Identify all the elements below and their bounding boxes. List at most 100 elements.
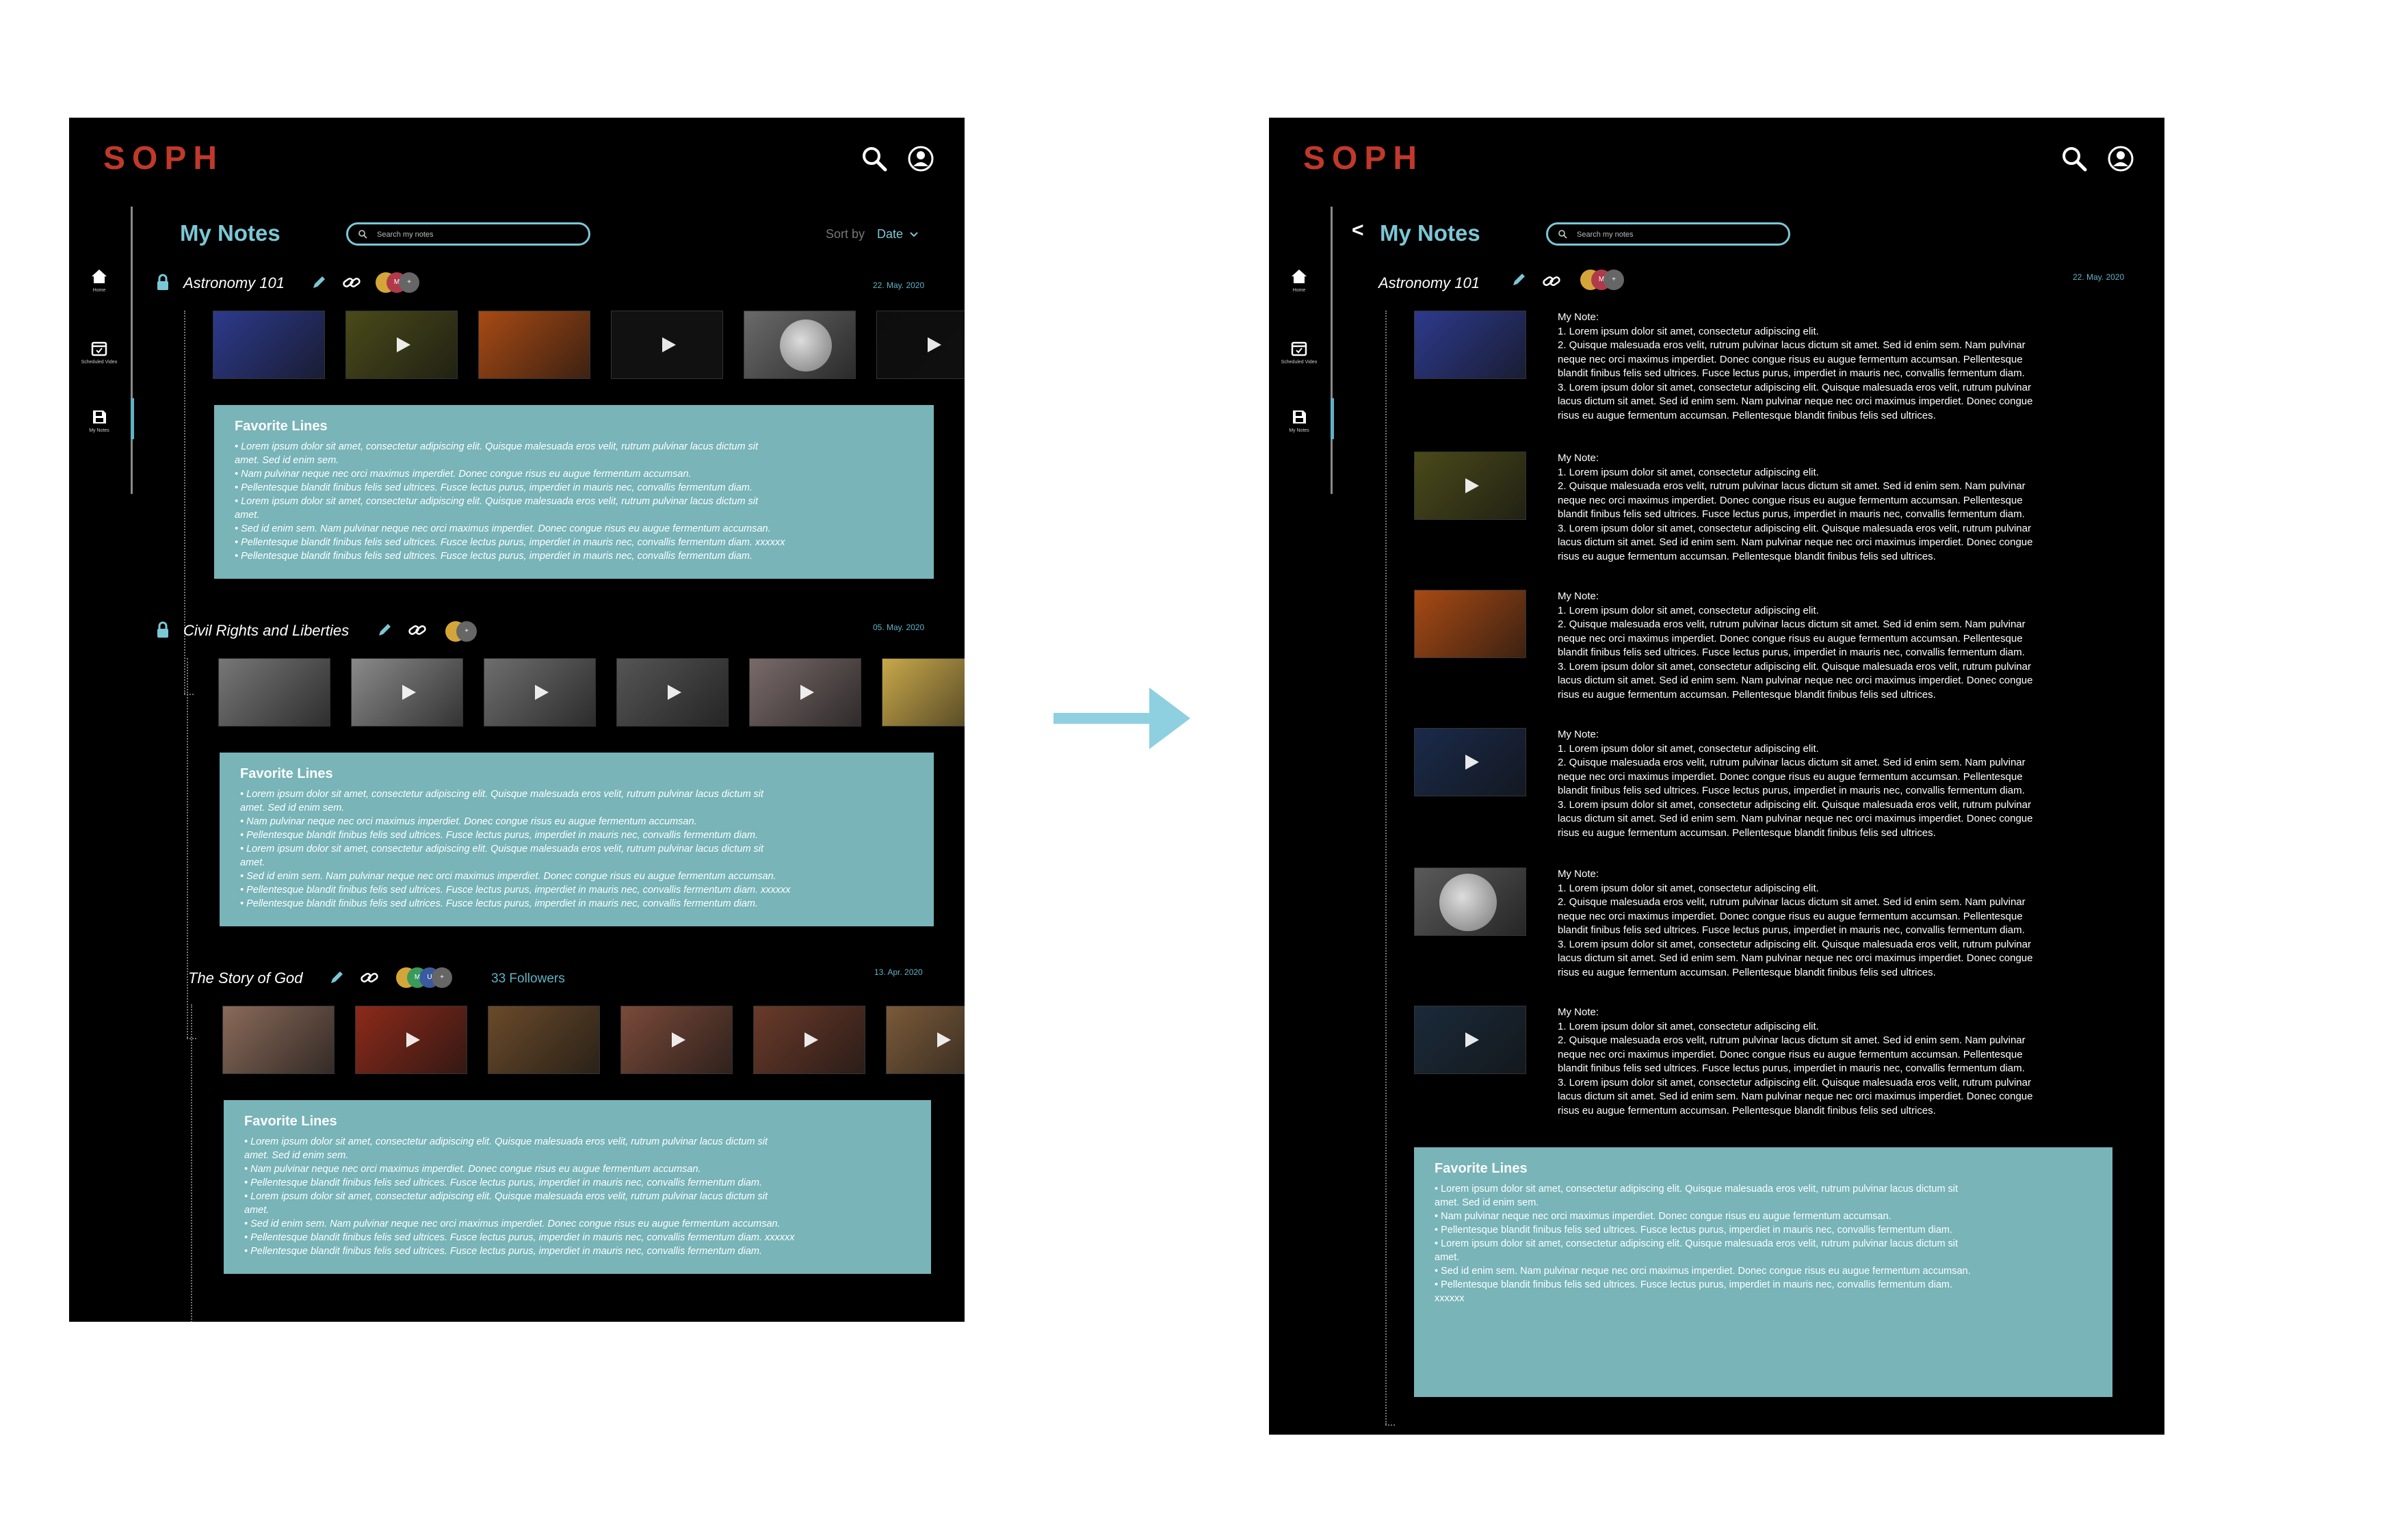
video-thumbnail[interactable] (620, 1006, 733, 1074)
app-logo: SOPH (103, 140, 224, 177)
video-thumbnail[interactable] (876, 311, 965, 379)
video-thumbnail[interactable] (488, 1006, 600, 1074)
search-bar[interactable] (346, 222, 590, 246)
video-thumbnail[interactable] (484, 658, 596, 727)
page-title: My Notes (1380, 220, 1480, 246)
note-date: 05. May. 2020 (873, 623, 925, 632)
note-text: My Note: 1. Lorem ipsum dolor sit amet, … (1558, 311, 2098, 423)
sidebar-item-my-notes[interactable]: My Notes (1279, 408, 1320, 434)
followers-count[interactable]: 33 Followers (491, 971, 565, 987)
video-thumbnail[interactable] (753, 1006, 865, 1074)
sidebar-item-label: My Notes (89, 428, 109, 433)
user-icon[interactable] (906, 144, 936, 174)
favorite-line: amet. (1435, 1252, 1460, 1263)
sort-value[interactable]: Date (877, 227, 903, 241)
video-thumbnail[interactable] (218, 658, 330, 727)
note-title[interactable]: Astronomy 101 (183, 274, 285, 292)
edit-icon[interactable] (310, 274, 328, 291)
note-date: 13. Apr. 2020 (874, 967, 923, 977)
note-line: 2. Quisque malesuada eros velit, rutrum … (1558, 480, 2026, 492)
collaborator-avatars[interactable]: + (445, 621, 486, 642)
video-thumbnail[interactable] (213, 311, 325, 379)
favorite-line: • Pellentesque blandit finibus felis sed… (1435, 1279, 1953, 1290)
edit-icon[interactable] (328, 969, 345, 987)
favorite-line: amet. Sed id enim sem. (1435, 1197, 1539, 1208)
note-heading: My Note: (1558, 590, 1599, 602)
sidebar-item-home[interactable]: Home (79, 268, 120, 293)
add-collaborator-button[interactable]: + (1604, 270, 1624, 290)
play-icon (804, 1032, 818, 1047)
link-icon[interactable] (407, 621, 428, 639)
video-thumbnail[interactable] (616, 658, 729, 727)
note-line: blandit finibus felis sed ultrices. Fusc… (1558, 924, 2025, 936)
note-line: 3. Lorem ipsum dolor sit amet, consectet… (1558, 1076, 2031, 1088)
note-line: 2. Quisque malesuada eros velit, rutrum … (1558, 757, 2026, 768)
collaborator-avatars[interactable]: M U + (396, 967, 478, 988)
video-thumbnail[interactable] (478, 311, 590, 379)
link-icon[interactable] (341, 274, 362, 291)
favorite-line: • Lorem ipsum dolor sit amet, consectetu… (240, 844, 764, 854)
favorite-line: • Lorem ipsum dolor sit amet, consectetu… (1435, 1238, 1959, 1249)
note-line: 1. Lorem ipsum dolor sit amet, consectet… (1558, 742, 1819, 755)
sort-control[interactable]: Sort by Date (826, 227, 919, 242)
video-thumbnail[interactable] (222, 1006, 335, 1074)
video-thumbnail[interactable] (749, 658, 861, 727)
video-thumbnail[interactable] (351, 658, 463, 727)
notes-list-screen: SOPH Home Scheduled Video My Notes My No… (69, 118, 965, 1322)
user-icon[interactable] (2106, 144, 2136, 174)
search-input[interactable] (376, 227, 556, 242)
play-icon (406, 1032, 420, 1047)
favorite-line: amet. (240, 857, 265, 868)
add-collaborator-button[interactable]: + (456, 621, 477, 642)
sidebar-item-scheduled-video[interactable]: Scheduled Video (1279, 340, 1320, 365)
video-thumbnail[interactable] (1414, 590, 1526, 658)
favorite-line: amet. Sed id enim sem. (235, 455, 339, 466)
link-icon[interactable] (359, 969, 380, 987)
search-input[interactable] (1575, 227, 1756, 242)
link-icon[interactable] (1541, 272, 1562, 290)
favorite-line: amet. Sed id enim sem. (240, 802, 345, 813)
play-icon (397, 337, 410, 352)
favorite-lines-title: Favorite Lines (240, 766, 333, 781)
sort-label: Sort by (826, 227, 865, 241)
video-thumbnail[interactable] (1414, 867, 1526, 936)
video-thumbnail[interactable] (355, 1006, 467, 1074)
search-bar[interactable] (1546, 222, 1790, 246)
edit-icon[interactable] (376, 621, 393, 639)
video-thumbnail[interactable] (1414, 728, 1526, 796)
collaborator-avatars[interactable]: M + (1580, 270, 1635, 290)
note-detail-screen: SOPH Home Scheduled Video My Notes < My … (1269, 118, 2164, 1435)
back-button[interactable]: < (1352, 219, 1364, 242)
note-line: lacus dictum sit amet. Sed id enim sem. … (1558, 813, 2033, 824)
video-thumbnail[interactable] (1414, 452, 1526, 520)
favorite-line: • Nam pulvinar neque nec orci maximus im… (244, 1164, 701, 1175)
collaborator-avatars[interactable]: M + (376, 272, 430, 293)
favorite-lines-panel: Favorite Lines • Lorem ipsum dolor sit a… (1414, 1147, 2112, 1397)
search-icon[interactable] (859, 144, 889, 174)
favorite-line: • Pellentesque blandit finibus felis sed… (240, 830, 759, 841)
edit-icon[interactable] (1510, 271, 1528, 289)
video-thumbnail[interactable] (1414, 1006, 1526, 1074)
note-heading: My Note: (1558, 729, 1599, 740)
video-thumbnail[interactable] (882, 658, 965, 727)
sidebar-item-my-notes[interactable]: My Notes (79, 408, 120, 434)
sidebar-item-home[interactable]: Home (1279, 268, 1320, 293)
favorite-line: • Lorem ipsum dolor sit amet, consectetu… (1435, 1184, 1959, 1195)
note-title[interactable]: The Story of God (188, 969, 303, 987)
search-icon[interactable] (2059, 144, 2089, 174)
note-heading: My Note: (1558, 1006, 1599, 1018)
sidebar-item-scheduled-video[interactable]: Scheduled Video (79, 340, 120, 365)
video-thumbnail[interactable] (886, 1006, 965, 1074)
note-title[interactable]: Civil Rights and Liberties (183, 622, 349, 640)
sidebar-divider (1331, 207, 1333, 494)
video-thumbnail[interactable] (744, 311, 856, 379)
add-collaborator-button[interactable]: + (399, 272, 419, 293)
video-thumbnail[interactable] (611, 311, 723, 379)
favorite-line: • Pellentesque blandit finibus felis sed… (235, 482, 753, 493)
favorite-line: • Nam pulvinar neque nec orci maximus im… (235, 469, 692, 480)
favorite-line: • Sed id enim sem. Nam pulvinar neque ne… (240, 871, 776, 882)
note-title[interactable]: Astronomy 101 (1378, 274, 1480, 292)
add-collaborator-button[interactable]: + (432, 967, 452, 988)
video-thumbnail[interactable] (345, 311, 458, 379)
video-thumbnail[interactable] (1414, 311, 1526, 379)
